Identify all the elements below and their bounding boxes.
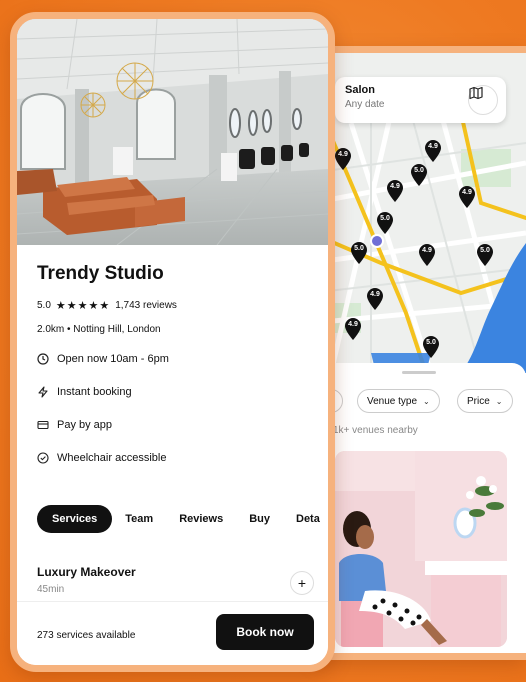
- map-pin[interactable]: 5.0: [375, 211, 395, 235]
- map-pin-rating: 5.0: [380, 215, 390, 222]
- opening-hours: Open now 10am - 6pm: [57, 353, 169, 365]
- map-pin-rating: 4.9: [422, 247, 432, 254]
- map-icon: [469, 86, 483, 100]
- add-service-button[interactable]: +: [290, 571, 314, 595]
- instant-booking-label: Instant booking: [57, 386, 132, 398]
- tab-services[interactable]: Services: [37, 505, 113, 533]
- map-pin-rating: 5.0: [414, 167, 424, 174]
- map-pin[interactable]: 5.0: [421, 335, 441, 359]
- map-view[interactable]: 4.94.95.04.94.95.05.04.95.04.94.95.04.9 …: [311, 53, 526, 373]
- map-pin-rating: 4.9: [348, 321, 358, 328]
- map-pin[interactable]: 5.0: [475, 243, 495, 267]
- map-screen: 4.94.95.04.94.95.05.04.95.04.94.95.04.9 …: [304, 46, 526, 660]
- detail-tabs: Services Team Reviews Buy Deta: [37, 505, 328, 533]
- map-pin[interactable]: 4.9: [423, 139, 443, 163]
- map-pin[interactable]: 5.0: [349, 241, 369, 265]
- tab-details[interactable]: Deta: [283, 505, 328, 533]
- pay-by-app-label: Pay by app: [57, 419, 113, 431]
- service-duration: 45min: [37, 584, 65, 595]
- map-pin-rating: 4.9: [462, 189, 472, 196]
- chevron-down-icon: ⌄: [423, 396, 430, 406]
- accessibility-row: Wheelchair accessible: [37, 450, 316, 466]
- pay-by-app-row: Pay by app: [37, 417, 316, 433]
- star-rating-icon: ★★★★★: [55, 300, 111, 312]
- venue-photo[interactable]: [335, 451, 507, 647]
- map-pin[interactable]: 4.9: [385, 179, 405, 203]
- plus-icon: +: [297, 575, 307, 591]
- map-pin-rating: 4.9: [370, 291, 380, 298]
- tab-buy[interactable]: Buy: [236, 505, 283, 533]
- opening-hours-row[interactable]: Open now 10am - 6pm: [37, 351, 316, 367]
- venue-photo-illustration: [335, 451, 507, 647]
- clock-icon: [37, 353, 49, 365]
- check-circle-icon: [37, 452, 49, 464]
- map-pin-rating: 4.9: [390, 183, 400, 190]
- map-pin-rating: 4.9: [428, 143, 438, 150]
- map-pin[interactable]: 4.9: [343, 317, 363, 341]
- map-pin-rating: 4.9: [338, 151, 348, 158]
- venue-title: Trendy Studio: [37, 263, 164, 284]
- sheet-handle[interactable]: [401, 371, 436, 374]
- search-bar[interactable]: Salon Any date: [335, 77, 506, 123]
- filter-chip-venue-type[interactable]: Venue type ⌄: [357, 389, 440, 413]
- map-pin-rating: 5.0: [426, 339, 436, 346]
- services-count: 273 services available: [37, 630, 136, 641]
- map-pin[interactable]: 4.9: [417, 243, 437, 267]
- map-pin[interactable]: 4.9: [365, 287, 385, 311]
- venue-detail-screen: Trendy Studio 5.0 ★★★★★ 1,743 reviews 2.…: [10, 12, 335, 672]
- venues-nearby-count: 1k+ venues nearby: [333, 425, 418, 436]
- service-name: Luxury Makeover: [37, 565, 136, 579]
- results-sheet: ⌄ Venue type ⌄ Price ⌄ 1k+ venues nearby: [311, 363, 526, 653]
- card-icon: [37, 420, 49, 430]
- filter-chip-venue-type-label: Venue type: [367, 395, 418, 407]
- venue-info: Trendy Studio 5.0 ★★★★★ 1,743 reviews 2.…: [37, 263, 316, 466]
- book-now-button[interactable]: Book now: [216, 614, 314, 650]
- map-pin-rating: 5.0: [480, 247, 490, 254]
- lightning-icon: [38, 386, 48, 398]
- booking-footer: 273 services available Book now: [17, 601, 328, 665]
- map-pin[interactable]: 5.0: [409, 163, 429, 187]
- tab-team[interactable]: Team: [112, 505, 166, 533]
- filter-chip-price-label: Price: [467, 395, 490, 407]
- map-toggle-button[interactable]: [468, 85, 498, 115]
- service-item[interactable]: Luxury Makeover 45min +: [37, 565, 314, 595]
- rating-value: 5.0: [37, 300, 51, 311]
- salon-interior-illustration: [17, 19, 328, 245]
- accessibility-label: Wheelchair accessible: [57, 452, 167, 464]
- venue-location: 2.0km • Notting Hill, London: [37, 324, 161, 335]
- rating-row[interactable]: 5.0 ★★★★★ 1,743 reviews: [37, 299, 316, 312]
- chevron-down-icon: ⌄: [495, 396, 503, 406]
- venue-hero-photo[interactable]: [17, 19, 328, 245]
- map-pin[interactable]: 4.9: [333, 147, 353, 171]
- map-pin[interactable]: 4.9: [457, 185, 477, 209]
- review-count: 1,743 reviews: [115, 300, 177, 311]
- map-pin-rating: 5.0: [354, 245, 364, 252]
- tab-reviews[interactable]: Reviews: [166, 505, 236, 533]
- instant-booking-row: Instant booking: [37, 384, 316, 400]
- filter-chip-price[interactable]: Price ⌄: [457, 389, 513, 413]
